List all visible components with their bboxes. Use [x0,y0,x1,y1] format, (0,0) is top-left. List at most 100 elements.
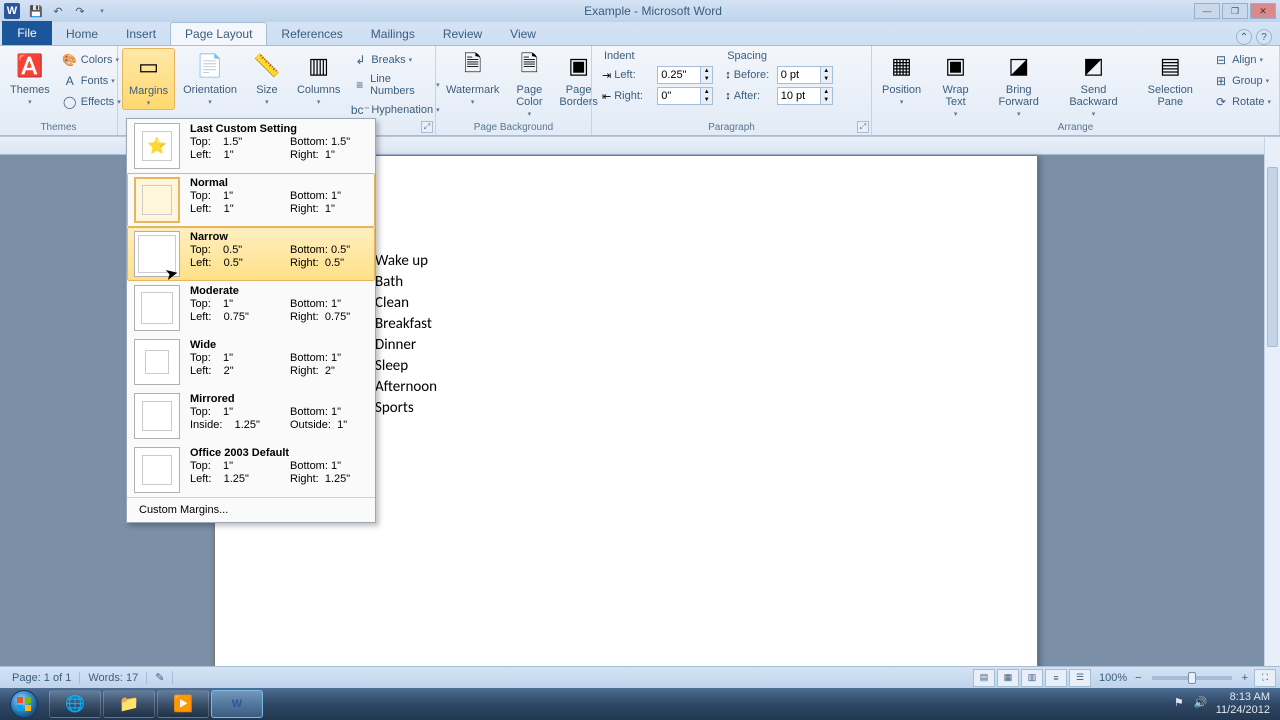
vertical-scrollbar[interactable] [1264,137,1280,666]
position-icon: ▦ [886,50,918,82]
full-screen-view-button[interactable]: ▦ [997,669,1019,687]
colors-icon: 🎨 [62,52,78,68]
help-icon[interactable]: ? [1256,29,1272,45]
doc-line: Clean [375,293,877,314]
line-numbers-button[interactable]: ≡Line Numbers▾ [348,71,443,99]
position-button[interactable]: ▦Position▾ [876,48,927,108]
page-status[interactable]: Page: 1 of 1 [4,672,80,684]
scrollbar-thumb[interactable] [1267,167,1278,347]
start-button[interactable] [0,688,48,720]
margin-preview-icon [134,177,180,223]
mailings-tab[interactable]: Mailings [357,23,429,45]
home-tab[interactable]: Home [52,23,112,45]
send-backward-icon: ◩ [1077,50,1109,82]
margin-option-moderate[interactable]: ModerateTop: 1"Bottom: 1"Left: 0.75"Righ… [127,281,375,335]
taskbar-ie-button[interactable]: 🌐 [49,690,101,718]
size-icon: 📏 [251,50,283,82]
undo-icon[interactable]: ↶ [48,2,68,20]
align-button[interactable]: ⊟Align▾ [1209,50,1275,70]
rotate-icon: ⟳ [1213,94,1229,110]
custom-margins-button[interactable]: Custom Margins... [127,497,375,522]
indent-right-input[interactable]: ▲▼ [657,87,713,105]
file-tab[interactable]: File [2,21,52,45]
tray-volume-icon[interactable]: 🔊 [1194,697,1208,711]
selection-pane-icon: ▤ [1154,50,1186,82]
fonts-icon: A [62,73,78,89]
page-setup-dialog-launcher[interactable]: ⤢ [421,121,433,133]
margin-option-last-custom-setting[interactable]: ⭐Last Custom SettingTop: 1.5"Bottom: 1.5… [127,119,375,173]
review-tab[interactable]: Review [429,23,496,45]
margin-preview-icon [134,447,180,493]
draft-view-button[interactable]: ☰ [1069,669,1091,687]
fit-page-button[interactable]: ⛶ [1254,669,1276,687]
references-tab[interactable]: References [267,23,356,45]
margin-option-wide[interactable]: WideTop: 1"Bottom: 1"Left: 2"Right: 2" [127,335,375,389]
taskbar-word-button[interactable]: W [211,690,263,718]
page-layout-tab[interactable]: Page Layout [170,22,267,45]
doc-line: Wake up [375,251,877,272]
page-background-group-label: Page Background [440,120,587,135]
spacing-after-input[interactable]: ▲▼ [777,87,833,105]
paragraph-dialog-launcher[interactable]: ⤢ [857,121,869,133]
colors-button[interactable]: 🎨Colors▾ [58,50,125,70]
close-button[interactable]: ✕ [1250,3,1276,19]
selection-pane-button[interactable]: ▤Selection Pane [1134,48,1208,110]
taskbar-explorer-button[interactable]: 📁 [103,690,155,718]
page-color-button[interactable]: 🗎Page Color▾ [507,48,551,120]
page-borders-icon: ▣ [563,50,595,82]
spacing-before-input[interactable]: ▲▼ [777,66,833,84]
size-button[interactable]: 📏Size▾ [245,48,289,108]
restore-button[interactable]: ❐ [1222,3,1248,19]
zoom-in-button[interactable]: + [1242,672,1248,684]
hyphenation-button[interactable]: bc⁻Hyphenation▾ [348,100,443,120]
fonts-button[interactable]: AFonts▾ [58,71,125,91]
web-layout-view-button[interactable]: ▥ [1021,669,1043,687]
bring-forward-icon: ◪ [1003,50,1035,82]
columns-button[interactable]: ▥Columns▾ [291,48,346,108]
qat-customize-icon[interactable]: ▾ [92,2,112,20]
tray-flag-icon[interactable]: ⚑ [1172,697,1186,711]
zoom-out-button[interactable]: − [1135,672,1141,684]
print-layout-view-button[interactable]: ▤ [973,669,995,687]
windows-logo-icon [17,697,31,711]
redo-icon[interactable]: ↷ [70,2,90,20]
watermark-button[interactable]: 🗎Watermark▾ [440,48,505,108]
arrange-group: ▦Position▾ ▣Wrap Text▾ ◪Bring Forward▾ ◩… [872,46,1280,135]
themes-button[interactable]: 🅰️ Themes ▾ [4,48,56,108]
insert-tab[interactable]: Insert [112,23,170,45]
zoom-slider[interactable] [1152,676,1232,680]
margin-option-name: Narrow [190,231,390,243]
outline-view-button[interactable]: ≡ [1045,669,1067,687]
group-button[interactable]: ⊞Group▾ [1209,71,1275,91]
minimize-button[interactable]: — [1194,3,1220,19]
save-icon[interactable]: 💾 [26,2,46,20]
zoom-slider-handle[interactable] [1188,672,1196,684]
view-tab[interactable]: View [496,23,550,45]
margins-dropdown-menu: ⭐Last Custom SettingTop: 1.5"Bottom: 1.5… [126,118,376,523]
margin-option-normal[interactable]: NormalTop: 1"Bottom: 1"Left: 1"Right: 1" [127,173,375,227]
title-bar: W 💾 ↶ ↷ ▾ Example - Microsoft Word — ❐ ✕ [0,0,1280,22]
taskbar-media-button[interactable]: ▶️ [157,690,209,718]
margin-preview-icon: ⭐ [134,123,180,169]
window-title: Example - Microsoft Word [112,4,1194,18]
breaks-button[interactable]: ↲Breaks▾ [348,50,443,70]
proofing-status[interactable]: ✎ [147,671,173,684]
minimize-ribbon-icon[interactable]: ⌃ [1236,29,1252,45]
margin-preview-icon [134,339,180,385]
orientation-button[interactable]: 📄Orientation▾ [177,48,243,108]
margins-icon: ▭ [133,51,165,83]
bring-forward-button[interactable]: ◪Bring Forward▾ [984,48,1053,120]
effects-button[interactable]: ◯Effects▾ [58,92,125,112]
zoom-level[interactable]: 100% [1093,672,1133,684]
wrap-text-button[interactable]: ▣Wrap Text▾ [929,48,982,120]
rotate-button[interactable]: ⟳Rotate▾ [1209,92,1275,112]
system-tray[interactable]: ⚑ 🔊 8:13 AM11/24/2012 [1172,691,1280,717]
send-backward-button[interactable]: ◩Send Backward▾ [1055,48,1131,120]
margin-option-office-2003-default[interactable]: Office 2003 DefaultTop: 1"Bottom: 1"Left… [127,443,375,497]
margins-button[interactable]: ▭Margins▾ [122,48,175,110]
word-count-status[interactable]: Words: 17 [80,672,147,684]
margin-option-narrow[interactable]: NarrowTop: 0.5"Bottom: 0.5"Left: 0.5"Rig… [127,227,375,281]
breaks-icon: ↲ [352,52,368,68]
indent-left-input[interactable]: ▲▼ [657,66,713,84]
margin-option-mirrored[interactable]: MirroredTop: 1"Bottom: 1"Inside: 1.25"Ou… [127,389,375,443]
